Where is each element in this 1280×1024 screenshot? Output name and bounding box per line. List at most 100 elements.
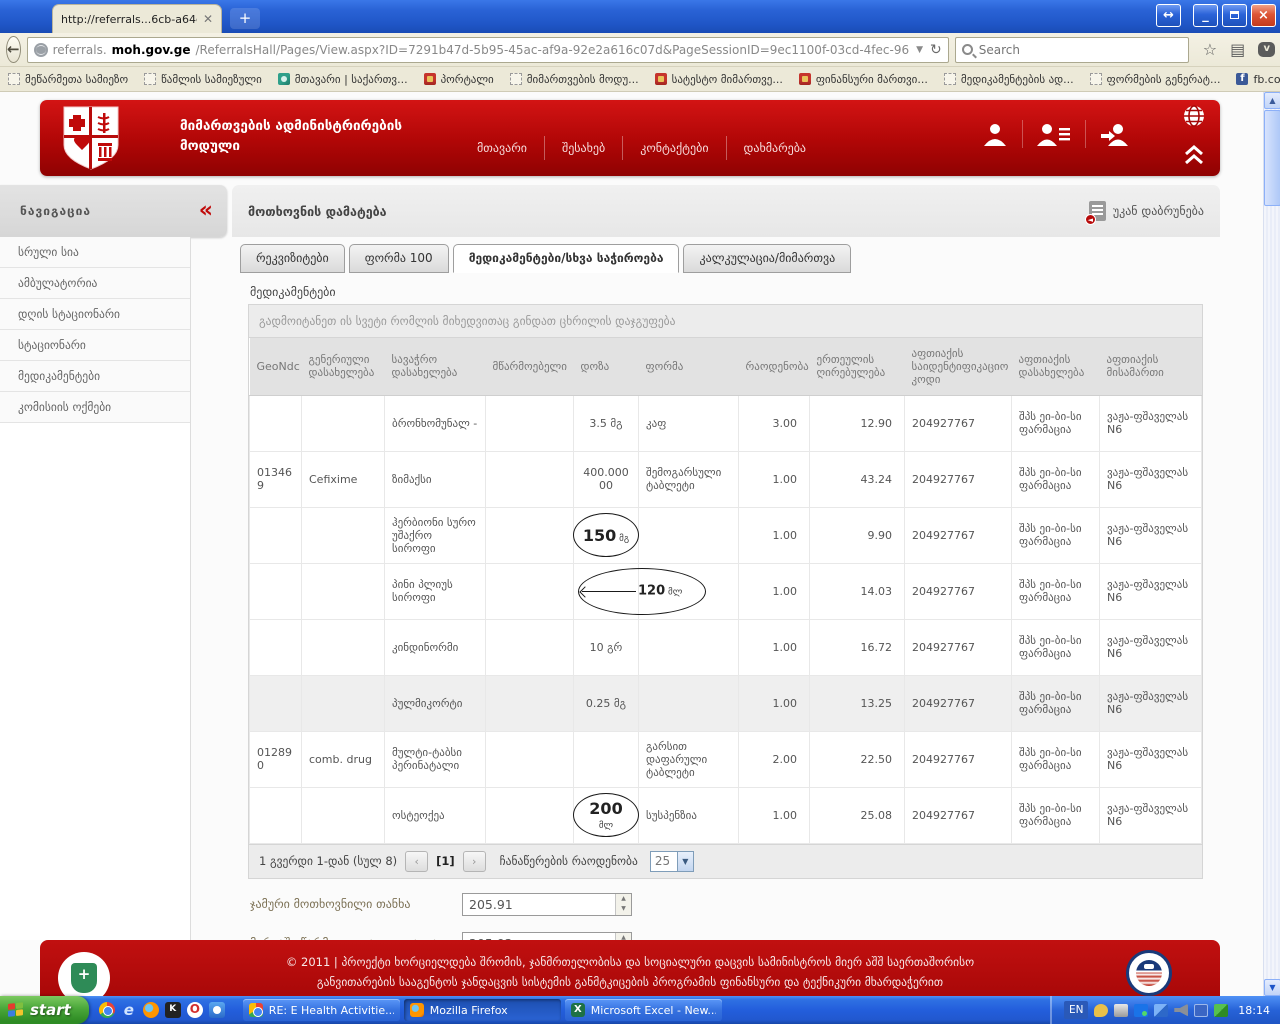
- scrollbar-thumb[interactable]: [1264, 110, 1280, 206]
- reload-icon[interactable]: ↻: [930, 42, 942, 58]
- firefox-icon[interactable]: [143, 1002, 159, 1018]
- bookmark-item[interactable]: წამლის სამიეზული: [144, 73, 262, 86]
- bookmarks-menu-icon[interactable]: ▤: [1230, 42, 1245, 58]
- task-window-email[interactable]: RE: E Health Activitie...: [243, 999, 400, 1021]
- language-globe-icon[interactable]: [1182, 104, 1212, 128]
- sidebar-item-4[interactable]: მედიკამენტები: [0, 361, 190, 392]
- collapse-header-icon[interactable]: [1182, 144, 1212, 166]
- page-size-select[interactable]: 25 ▼: [650, 851, 694, 872]
- tray-app2-icon[interactable]: [1194, 1004, 1208, 1017]
- bookmark-item[interactable]: მთავარი | საქართვ...: [278, 73, 408, 86]
- restore-button[interactable]: [1222, 4, 1247, 27]
- tray-app-icon[interactable]: [1094, 1004, 1108, 1017]
- bookmark-item[interactable]: პორტალი: [424, 73, 494, 86]
- search-input[interactable]: [979, 43, 1159, 57]
- back-button[interactable]: ←: [6, 36, 21, 63]
- nav-item-about[interactable]: შესახებ: [544, 136, 622, 160]
- site-identity-icon[interactable]: [34, 43, 48, 57]
- ie-icon[interactable]: e: [121, 1002, 137, 1018]
- profile-icon[interactable]: [968, 120, 1022, 148]
- language-indicator[interactable]: EN: [1064, 1001, 1088, 1019]
- column-header[interactable]: რაოდენობა: [739, 338, 810, 395]
- url-dropdown-icon[interactable]: ▼: [914, 45, 925, 55]
- sidebar-item-0[interactable]: სრული სია: [0, 237, 190, 268]
- nav-item-home[interactable]: მთავარი: [460, 136, 544, 160]
- printer-icon[interactable]: [1114, 1004, 1128, 1017]
- nav-item-help[interactable]: დახმარება: [726, 136, 824, 160]
- search-bar[interactable]: [955, 37, 1189, 63]
- volume-icon[interactable]: [1174, 1004, 1188, 1017]
- start-button[interactable]: start: [0, 996, 89, 1024]
- scroll-up-icon[interactable]: ▲: [1264, 92, 1280, 109]
- column-header[interactable]: აფთიაქის საიდენტიფიკაციო კოდი: [905, 338, 1012, 395]
- pager-prev-icon[interactable]: ‹: [405, 851, 428, 872]
- bookmark-item[interactable]: ფინანსური მართვი...: [799, 73, 928, 86]
- total-requested-input[interactable]: 205.91 ▲▼: [462, 893, 632, 916]
- resize-icon[interactable]: ↔: [1156, 4, 1181, 27]
- user-list-icon[interactable]: [1022, 120, 1085, 148]
- table-row[interactable]: 013469Cefiximeზიმაქსი400.00000შემოგარსულ…: [250, 451, 1202, 507]
- bookmark-item[interactable]: მიმართვების მოდუ...: [510, 73, 639, 86]
- table-row[interactable]: ოსტეოქეა200 მლსუსპენზია1.0025.0820492776…: [250, 787, 1202, 843]
- pager-current-page[interactable]: [1]: [436, 854, 455, 868]
- bookmark-item[interactable]: სატესტო მიმართვე...: [655, 73, 783, 86]
- bookmark-label: ფორმების გენერატ...: [1107, 73, 1221, 86]
- scroll-down-icon[interactable]: ▼: [1264, 979, 1280, 996]
- column-header[interactable]: აფთიაქის მისამართი: [1100, 338, 1202, 395]
- task-window-excel[interactable]: X Microsoft Excel - New...: [565, 999, 722, 1021]
- minimize-button[interactable]: _: [1193, 4, 1218, 27]
- column-header[interactable]: აფთიაქის დასახელება: [1012, 338, 1100, 395]
- column-header[interactable]: GeoNdc: [250, 338, 302, 395]
- tab-requisites[interactable]: რეკვიზიტები: [240, 244, 345, 273]
- bookmark-item[interactable]: მეწარმეთა სამიეზო: [8, 73, 128, 86]
- sidebar-item-3[interactable]: სტაციონარი: [0, 330, 190, 361]
- bookmark-star-icon[interactable]: ☆: [1203, 42, 1217, 58]
- kmplayer-icon[interactable]: K: [165, 1002, 181, 1018]
- table-row[interactable]: ბრონხომუნალ -3.5 მგკაფ3.0012.90204927767…: [250, 395, 1202, 451]
- messenger-icon[interactable]: [209, 1002, 225, 1018]
- table-row[interactable]: კინდინორმი10 გრ1.0016.72204927767შპს ეი-…: [250, 619, 1202, 675]
- back-to-list-button[interactable]: ◄ უკან დაბრუნება: [1089, 201, 1204, 221]
- column-header[interactable]: ერთეულის ღირებულება: [810, 338, 905, 395]
- page-scrollbar[interactable]: ▲ ▼: [1263, 92, 1280, 996]
- sidebar-item-1[interactable]: ამბულატორია: [0, 268, 190, 299]
- url-bar[interactable]: referrals.moh.gov.ge/ReferralsHall/Pages…: [27, 37, 949, 63]
- nav-item-contacts[interactable]: კონტაქტები: [622, 136, 725, 160]
- sidebar-collapse-icon[interactable]: «: [199, 200, 213, 222]
- dashed-bookmark-icon: [8, 73, 20, 85]
- close-button[interactable]: ×: [1251, 4, 1276, 27]
- tab-form100[interactable]: ფორმა 100: [349, 244, 449, 273]
- browser-tab[interactable]: http://referrals...6cb-a64c6078eb1a ✕: [52, 4, 222, 33]
- new-tab-button[interactable]: +: [230, 8, 260, 29]
- column-header[interactable]: გენერიული დასახელება: [302, 338, 385, 395]
- bookmark-item[interactable]: მედიკამენტების ად...: [944, 73, 1074, 86]
- grid-group-hint[interactable]: გადმოიტანეთ ის სვეტი რომლის მიხედვითაც გ…: [249, 305, 1202, 338]
- column-header[interactable]: მწარმოებელი: [486, 338, 574, 395]
- tab-calculation[interactable]: კალკულაცია/მიმართვა: [683, 244, 851, 273]
- teamviewer-icon[interactable]: [1134, 1004, 1148, 1017]
- select-dropdown-icon[interactable]: ▼: [677, 852, 693, 871]
- tab-medications[interactable]: მედიკამენტები/სხვა საჭიროება: [453, 244, 680, 273]
- column-header[interactable]: სავაჭრო დასახელება: [385, 338, 486, 395]
- column-header[interactable]: დოზა: [574, 338, 639, 395]
- table-row[interactable]: ჰერბიონი სურო უშაქრო სიროფი150 მგ1.009.9…: [250, 507, 1202, 563]
- table-row[interactable]: 012890comb. drugმულტი-ტაბსი პერინატალიგა…: [250, 731, 1202, 787]
- table-row[interactable]: პულმიკორტი0.25 მგ1.0013.25204927767შპს ე…: [250, 675, 1202, 731]
- logout-icon[interactable]: [1085, 120, 1144, 148]
- spinner-arrows[interactable]: ▲▼: [615, 894, 631, 915]
- network-icon[interactable]: [1154, 1004, 1168, 1017]
- opera-icon[interactable]: O: [187, 1002, 203, 1018]
- tab-close-icon[interactable]: ✕: [203, 12, 213, 26]
- sidebar-item-5[interactable]: კომისიის ოქმები: [0, 392, 190, 423]
- sidebar-item-2[interactable]: დღის სტაციონარი: [0, 299, 190, 330]
- bookmark-item[interactable]: ffb.com: [1236, 73, 1280, 86]
- pager-next-icon[interactable]: ›: [463, 851, 486, 872]
- bookmark-item[interactable]: ფორმების გენერატ...: [1090, 73, 1221, 86]
- column-header[interactable]: ფორმა: [639, 338, 739, 395]
- display-icon[interactable]: [1214, 1004, 1228, 1017]
- pocket-icon[interactable]: v: [1258, 42, 1275, 57]
- table-row[interactable]: პინი პლიუს სიროფი120 მლ1.0014.0320492776…: [250, 563, 1202, 619]
- cell-pharmacy-code: 204927767: [905, 451, 1012, 507]
- task-window-firefox[interactable]: Mozilla Firefox: [404, 999, 561, 1021]
- chrome-icon[interactable]: [99, 1002, 115, 1018]
